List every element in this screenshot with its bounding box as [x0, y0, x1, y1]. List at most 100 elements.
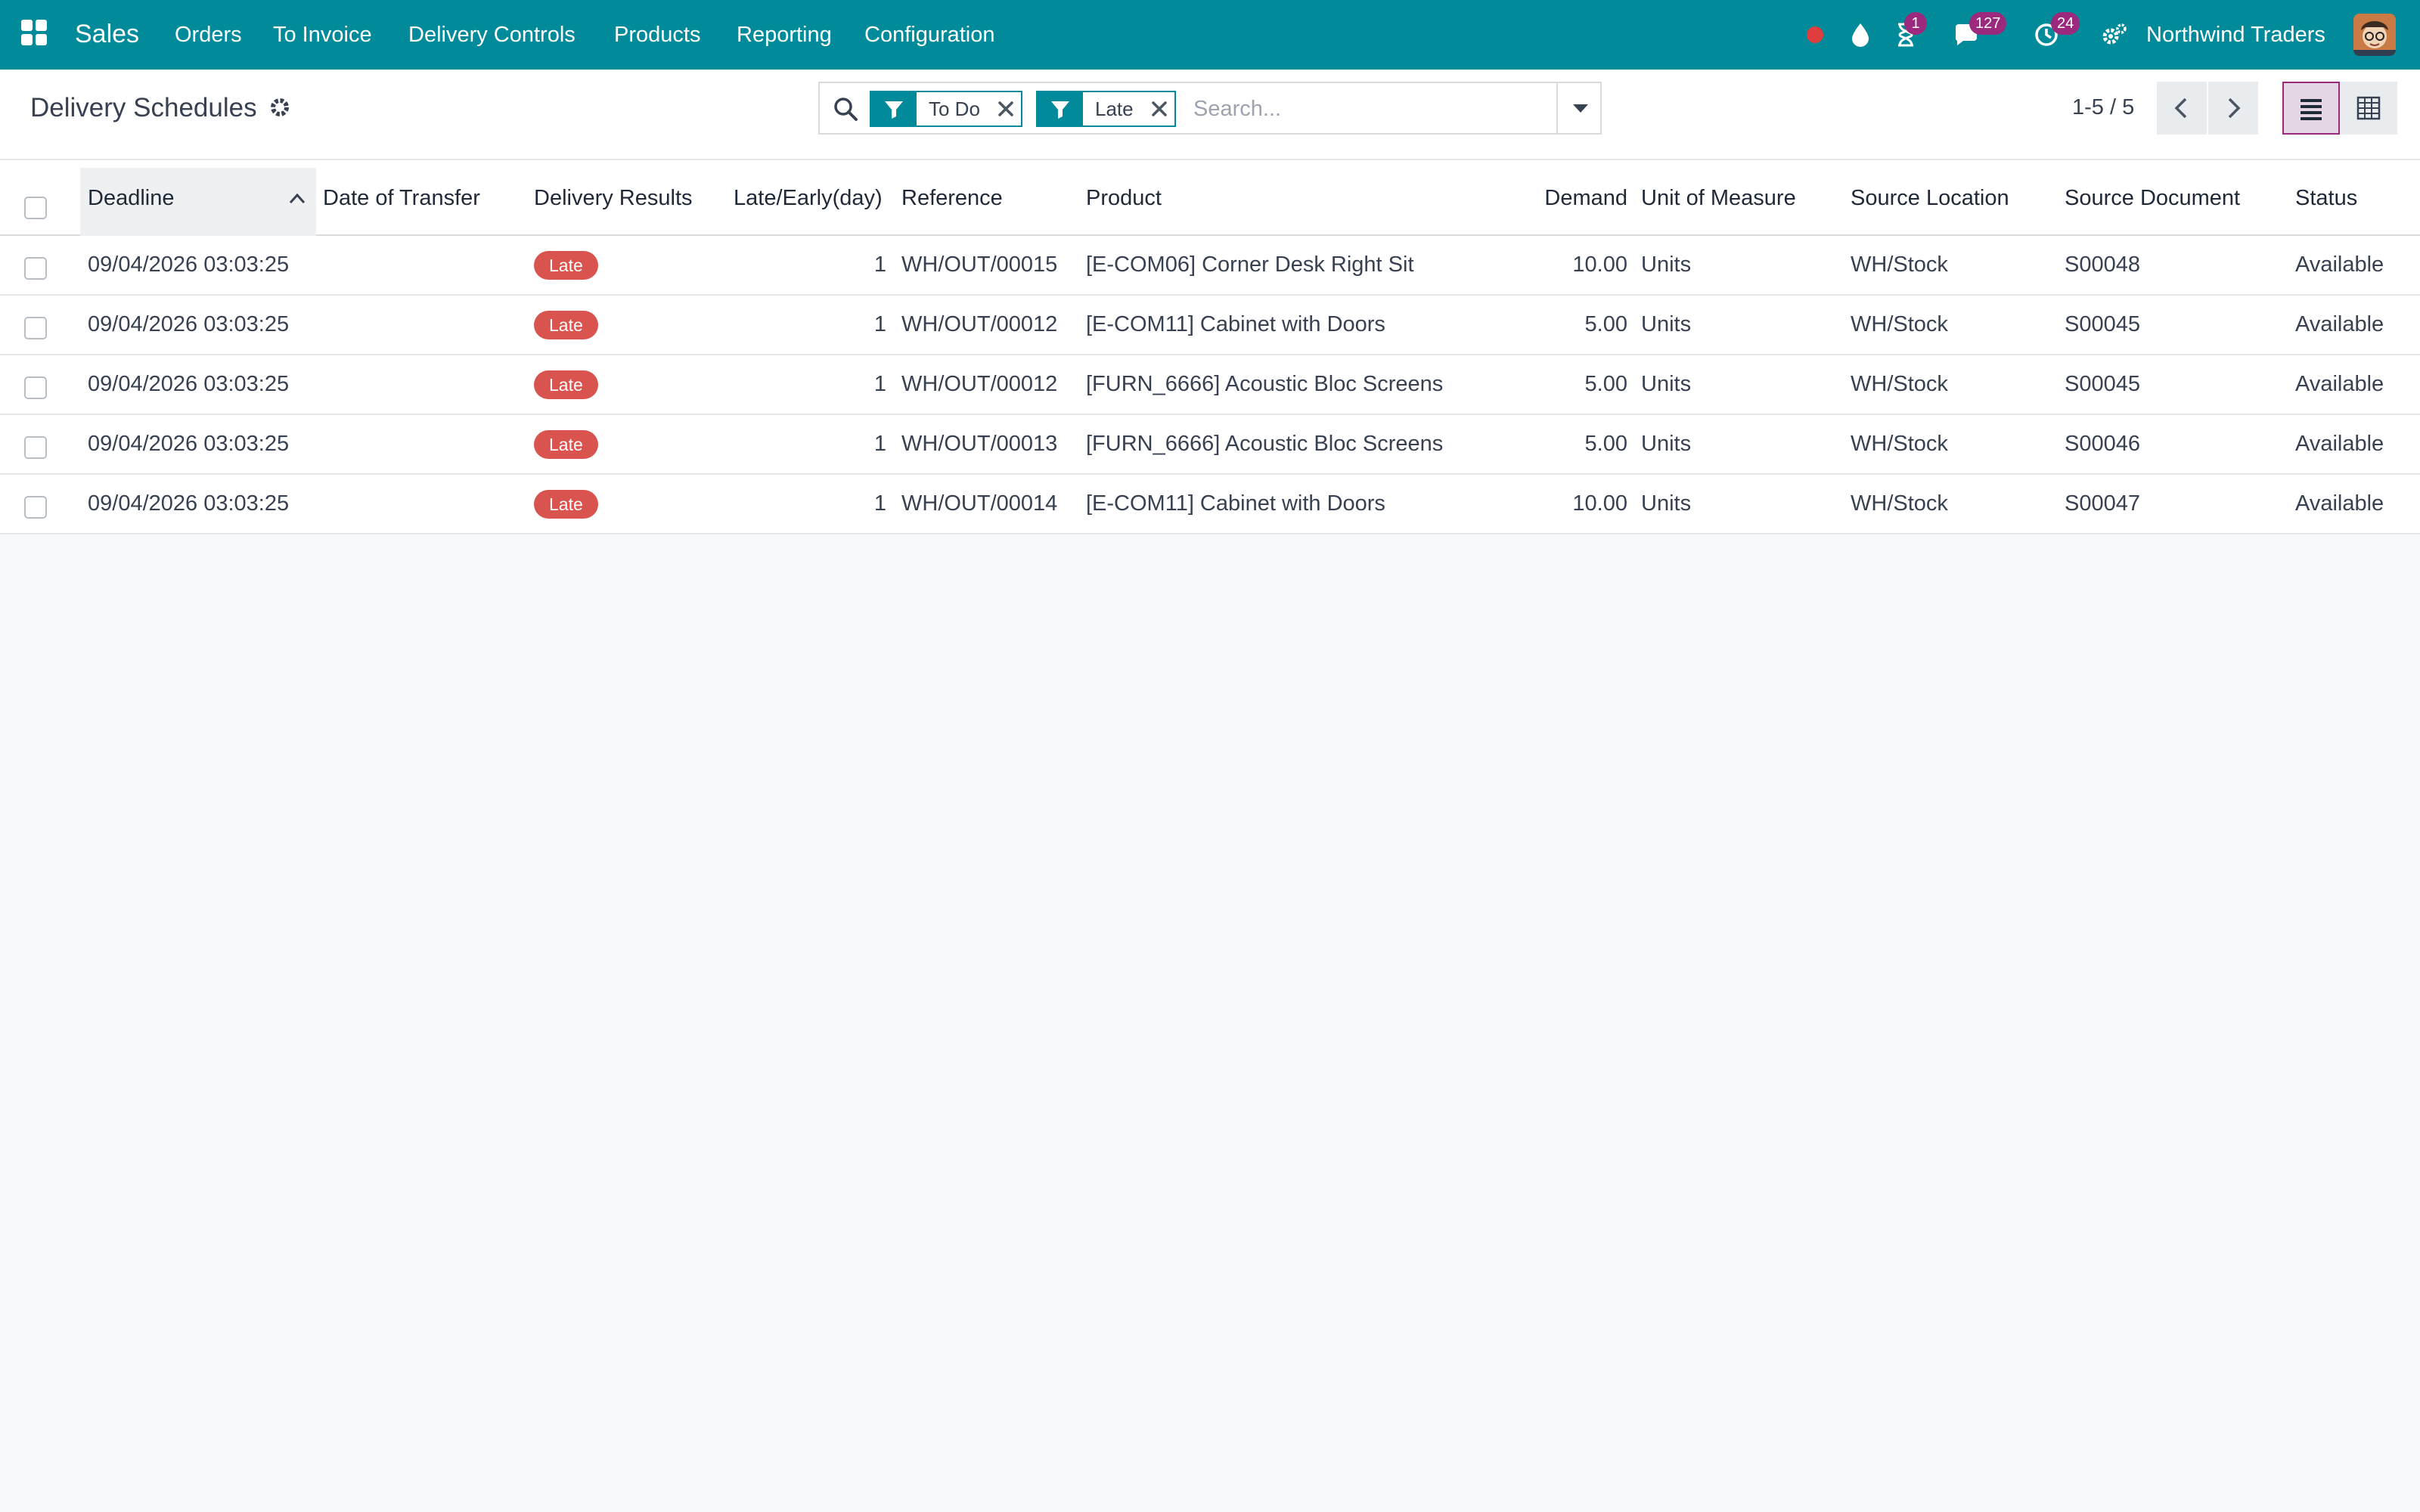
status-cell: Available: [2295, 253, 2384, 277]
row-checkbox[interactable]: [24, 317, 47, 339]
menu-configuration[interactable]: Configuration: [864, 20, 995, 50]
demand-cell: 5.00: [1584, 312, 1627, 336]
row-checkbox[interactable]: [24, 376, 47, 399]
menu-reporting[interactable]: Reporting: [737, 20, 832, 50]
late-early-cell: 1: [873, 491, 886, 516]
source-location-cell: WH/Stock: [1851, 253, 1948, 277]
table-row[interactable]: 09/04/2026 03:03:25 Late 1 WH/OUT/00013 …: [0, 415, 2420, 475]
unit-of-measure-cell: Units: [1641, 372, 1692, 396]
late-tag: Late: [534, 311, 598, 339]
column-product[interactable]: Product: [1086, 183, 1162, 213]
delivery-schedule-list: Deadline Date of Transfer Delivery Resul…: [0, 160, 2420, 534]
reference-cell: WH/OUT/00014: [901, 491, 1058, 516]
demand-cell: 10.00: [1572, 491, 1627, 516]
table-row[interactable]: 09/04/2026 03:03:25 Late 1 WH/OUT/00012 …: [0, 355, 2420, 415]
droplet-icon[interactable]: [1845, 20, 1876, 50]
pager-previous-button[interactable]: [2157, 82, 2207, 135]
source-document-cell: S00048: [2065, 253, 2140, 277]
reference-cell: WH/OUT/00015: [901, 253, 1058, 277]
app-name[interactable]: Sales: [75, 17, 139, 51]
product-cell: [E-COM11] Cabinet with Doors: [1086, 312, 1385, 336]
row-checkbox[interactable]: [24, 496, 47, 519]
status-cell: Available: [2295, 432, 2384, 456]
column-status[interactable]: Status: [2295, 183, 2357, 213]
unit-of-measure-cell: Units: [1641, 253, 1692, 277]
page-title: Delivery Schedules: [30, 93, 257, 122]
close-icon[interactable]: [991, 92, 1021, 125]
source-location-cell: WH/Stock: [1851, 372, 1948, 396]
column-deadline[interactable]: Deadline: [88, 183, 174, 213]
user-avatar[interactable]: [2353, 14, 2396, 56]
avatar-icon: [2353, 14, 2396, 56]
filter-icon: [1038, 92, 1083, 125]
filter-icon: [871, 92, 917, 125]
late-early-cell: 1: [873, 432, 886, 456]
column-demand[interactable]: Demand: [1512, 183, 1627, 213]
unit-of-measure-cell: Units: [1641, 312, 1692, 336]
product-cell: [FURN_6666] Acoustic Bloc Screens: [1086, 372, 1444, 396]
source-location-cell: WH/Stock: [1851, 432, 1948, 456]
facet-label: To Do: [929, 98, 980, 120]
column-date-of-transfer[interactable]: Date of Transfer: [323, 183, 480, 213]
activities-badge: 1: [1904, 12, 1927, 35]
late-tag: Late: [534, 251, 598, 280]
source-document-cell: S00047: [2065, 491, 2140, 516]
deadline-cell: 09/04/2026 03:03:25: [88, 312, 290, 336]
column-source-document[interactable]: Source Document: [2065, 183, 2240, 213]
table-header: Deadline Date of Transfer Delivery Resul…: [0, 160, 2420, 236]
column-source-location[interactable]: Source Location: [1851, 183, 2009, 213]
apps-grid-icon[interactable]: [21, 20, 48, 47]
column-reference[interactable]: Reference: [901, 183, 1003, 213]
pivot-view-button[interactable]: [2340, 82, 2397, 135]
product-cell: [E-COM11] Cabinet with Doors: [1086, 491, 1385, 516]
late-early-cell: 1: [873, 312, 886, 336]
timer-badge: 24: [2051, 12, 2080, 35]
demand-cell: 5.00: [1584, 432, 1627, 456]
caret-down-icon: [1573, 104, 1588, 113]
column-unit-of-measure[interactable]: Unit of Measure: [1641, 183, 1796, 213]
row-checkbox[interactable]: [24, 436, 47, 459]
late-tag: Late: [534, 430, 598, 459]
record-dot-icon[interactable]: [1800, 20, 1830, 50]
facet-late: Late: [1036, 91, 1176, 127]
product-cell: [FURN_6666] Acoustic Bloc Screens: [1086, 432, 1444, 456]
list-view-button[interactable]: [2282, 82, 2340, 135]
menu-delivery-controls[interactable]: Delivery Controls: [408, 20, 576, 50]
sort-ascending-icon[interactable]: [287, 191, 307, 206]
table-grid-icon: [2356, 96, 2381, 120]
table-row[interactable]: 09/04/2026 03:03:25 Late 1 WH/OUT/00012 …: [0, 296, 2420, 355]
pager-next-button[interactable]: [2208, 82, 2258, 135]
column-late-early[interactable]: Late/Early(day): [734, 183, 883, 213]
reference-cell: WH/OUT/00013: [901, 432, 1058, 456]
chevron-left-icon: [2174, 98, 2187, 119]
facet-label: Late: [1095, 98, 1134, 120]
pager-value[interactable]: 1-5 / 5: [2072, 92, 2134, 122]
deadline-cell: 09/04/2026 03:03:25: [88, 372, 290, 396]
search-icon[interactable]: [832, 95, 859, 122]
menu-orders[interactable]: Orders: [175, 20, 242, 50]
table-row[interactable]: 09/04/2026 03:03:25 Late 1 WH/OUT/00014 …: [0, 475, 2420, 534]
close-icon[interactable]: [1144, 92, 1174, 125]
late-tag: Late: [534, 490, 598, 519]
reference-cell: WH/OUT/00012: [901, 372, 1058, 396]
search-input[interactable]: [1193, 91, 1541, 127]
status-cell: Available: [2295, 372, 2384, 396]
menu-products[interactable]: Products: [614, 20, 700, 50]
unit-of-measure-cell: Units: [1641, 491, 1692, 516]
product-cell: [E-COM06] Corner Desk Right Sit: [1086, 253, 1414, 277]
unit-of-measure-cell: Units: [1641, 432, 1692, 456]
demand-cell: 10.00: [1572, 253, 1627, 277]
table-row[interactable]: 09/04/2026 03:03:25 Late 1 WH/OUT/00015 …: [0, 236, 2420, 296]
menu-to-invoice[interactable]: To Invoice: [273, 20, 372, 50]
row-checkbox[interactable]: [24, 257, 47, 280]
settings-cogs-icon[interactable]: [2099, 20, 2130, 50]
gear-icon[interactable]: [268, 95, 292, 119]
source-document-cell: S00045: [2065, 312, 2140, 336]
column-delivery-results[interactable]: Delivery Results: [534, 183, 693, 213]
search-bar: To Do Late: [818, 82, 1602, 135]
select-all-checkbox[interactable]: [24, 197, 47, 219]
source-location-cell: WH/Stock: [1851, 312, 1948, 336]
late-early-cell: 1: [873, 372, 886, 396]
company-switcher[interactable]: Northwind Traders: [2146, 20, 2325, 50]
search-options-toggle[interactable]: [1556, 83, 1602, 133]
